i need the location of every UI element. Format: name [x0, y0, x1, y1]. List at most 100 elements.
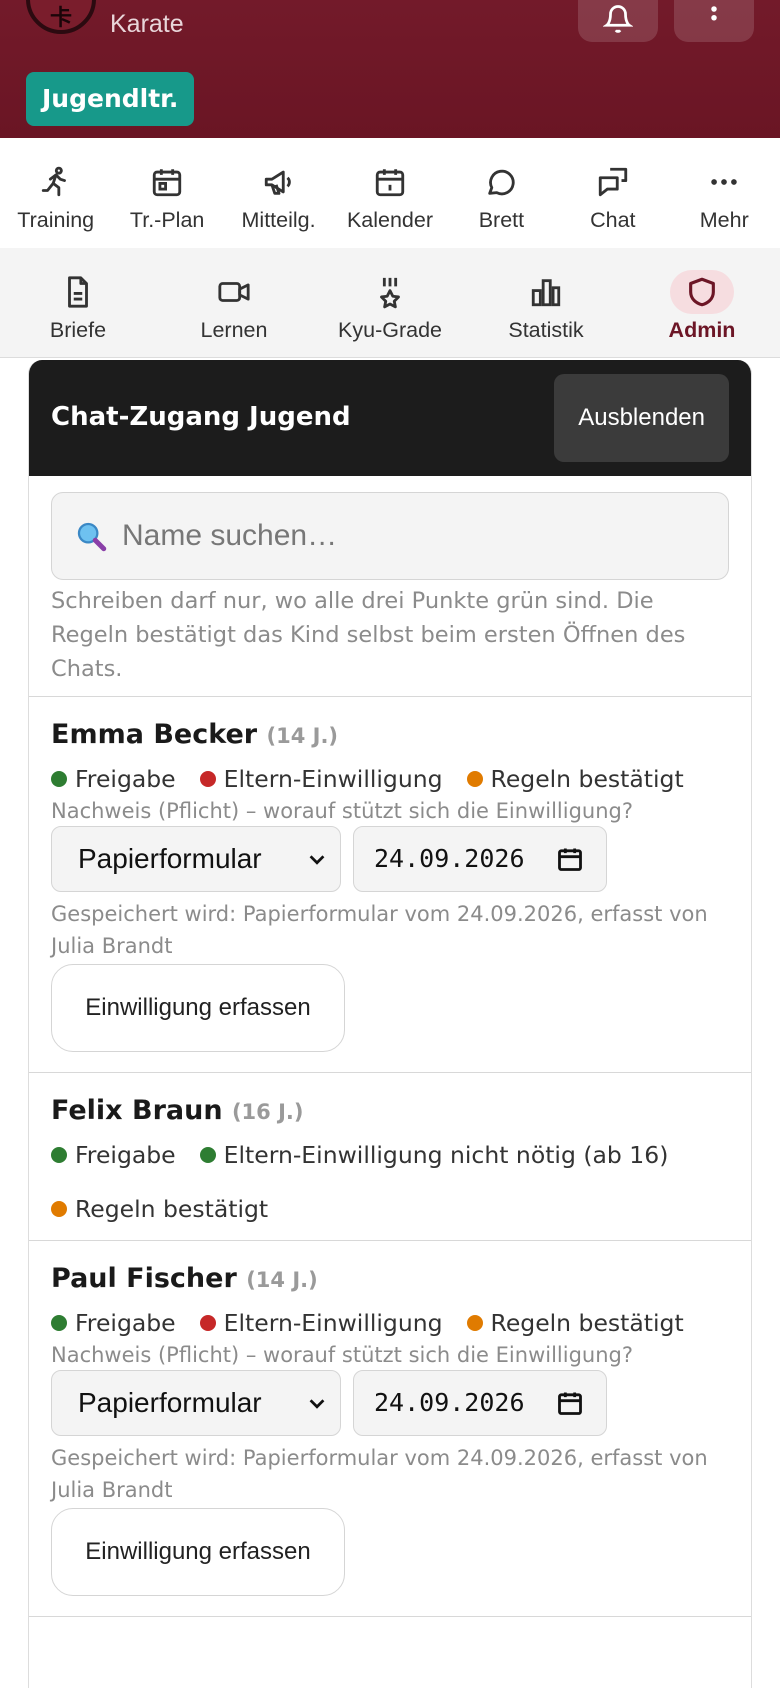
proof-date-value: 24.09.2026 [374, 844, 525, 873]
status-dot-red [199, 771, 216, 787]
proof-date-input[interactable]: 24.09.2026 [353, 1370, 607, 1436]
nav-label: Mehr [699, 208, 749, 232]
member-age: (14 J.) [246, 1268, 318, 1292]
proof-select-value: Papierformular [78, 843, 262, 874]
megaphone-icon [262, 162, 296, 202]
proof-select[interactable]: Papierformular [51, 826, 341, 892]
status-label: Eltern-Einwilligung nicht nötig (ab 16) [223, 1141, 669, 1169]
panel-hint: Schreiben darf nur, wo alle drei Punkte … [51, 588, 686, 682]
proof-date-input[interactable]: 24.09.2026 [353, 826, 607, 892]
nav-chat[interactable]: Chat [557, 138, 668, 248]
status-rules: Regeln bestätigt [51, 1192, 268, 1226]
nav-label: Mitteilg. [241, 208, 316, 232]
secondary-nav: Briefe Lernen Kyu-Grade Statistik Admin [0, 248, 780, 358]
status-row: Freigabe Eltern-Einwilligung Regeln best… [51, 762, 729, 796]
status-approval: Freigabe [51, 1306, 176, 1340]
nav-label: Admin [668, 318, 736, 342]
search-icon [74, 519, 108, 557]
divider [29, 1240, 751, 1241]
status-rules: Regeln bestätigt [466, 1306, 684, 1340]
member-name: Emma Becker [51, 719, 258, 750]
nav-label: Training [17, 208, 95, 232]
nav-label: Lernen [200, 318, 268, 342]
role-badge: Jugendltr. [26, 72, 195, 126]
nav-label: Tr.-Plan [129, 208, 205, 232]
speech-bubble-icon [484, 162, 518, 202]
proof-date-value: 24.09.2026 [374, 1388, 525, 1417]
more-menu-button[interactable] [674, 0, 754, 42]
member-row: Emma Becker (14 J.) Freigabe Eltern-Einw… [29, 719, 751, 1052]
status-dot-orange [466, 1315, 483, 1331]
status-approval: Freigabe [51, 1138, 176, 1172]
nav-more[interactable]: Mehr [669, 138, 780, 248]
nav-board[interactable]: Brett [446, 138, 557, 248]
nav-label: Chat [590, 208, 636, 232]
hide-button[interactable]: Ausblenden [554, 374, 729, 462]
status-parent-consent: Eltern-Einwilligung [199, 1306, 443, 1340]
nav-training[interactable]: Training [0, 138, 111, 248]
shield-icon [670, 270, 734, 314]
chevron-down-icon [309, 1399, 325, 1409]
nav-label: Kyu-Grade [338, 318, 442, 342]
proof-label: Nachweis (Pflicht) – worauf stützt sich … [51, 1343, 634, 1367]
proof-select[interactable]: Papierformular [51, 1370, 341, 1436]
status-dot-orange [466, 771, 483, 787]
status-label: Regeln bestätigt [75, 1195, 269, 1223]
status-label: Freigabe [75, 765, 176, 793]
nav-kyu-grades[interactable]: Kyu-Grade [312, 248, 468, 357]
status-parent-consent: Eltern-Einwilligung [199, 762, 443, 796]
record-consent-button[interactable]: Einwilligung erfassen [51, 964, 345, 1052]
member-row: Felix Braun (16 J.) Freigabe Eltern-Einw… [29, 1095, 751, 1226]
proof-label: Nachweis (Pflicht) – worauf stützt sich … [51, 799, 634, 823]
chat-access-panel: Chat-Zugang Jugend Ausblenden Schreiben … [28, 360, 752, 1688]
nav-calendar[interactable]: Kalender [334, 138, 445, 248]
saved-note: Gespeichert wird: Papierformular vom 24.… [51, 1446, 708, 1502]
running-icon [39, 162, 73, 202]
status-dot-green [199, 1147, 216, 1163]
status-dot-orange [51, 1201, 67, 1217]
member-age: (14 J.) [266, 724, 339, 748]
app-header: 卡 Karate Jugendltr. [0, 0, 780, 138]
nav-label: Briefe [49, 318, 107, 342]
divider [29, 1072, 751, 1073]
status-row: Freigabe Eltern-Einwilligung nicht nötig… [51, 1138, 729, 1226]
nav-admin[interactable]: Admin [624, 248, 780, 357]
more-vertical-icon [711, 6, 717, 21]
status-dot-red [199, 1315, 216, 1331]
nav-statistics[interactable]: Statistik [468, 248, 624, 357]
nav-label: Statistik [508, 318, 584, 342]
status-label: Eltern-Einwilligung [223, 765, 443, 793]
app-subtitle: Karate [110, 10, 184, 38]
divider [29, 1616, 751, 1617]
primary-nav: Training Tr.-Plan Mitteilg. Kalender Bre… [0, 138, 780, 248]
record-consent-button[interactable]: Einwilligung erfassen [51, 1508, 345, 1596]
status-label: Regeln bestätigt [490, 765, 684, 793]
status-row: Freigabe Eltern-Einwilligung Regeln best… [51, 1306, 729, 1340]
status-label: Freigabe [75, 1309, 176, 1337]
search-field[interactable] [51, 492, 729, 580]
status-label: Regeln bestätigt [490, 1309, 684, 1337]
notifications-button[interactable] [578, 0, 658, 42]
nav-messages[interactable]: Mitteilg. [223, 138, 334, 248]
status-dot-green [51, 1147, 67, 1163]
nav-training-plan[interactable]: Tr.-Plan [111, 138, 222, 248]
medal-icon [373, 272, 407, 312]
chevron-down-icon [309, 855, 325, 865]
status-dot-green [51, 771, 67, 787]
club-logo: 卡 [26, 0, 96, 34]
calendar-picker-icon[interactable] [556, 1389, 584, 1417]
status-rules: Regeln bestätigt [466, 762, 684, 796]
nav-label: Kalender [346, 208, 434, 232]
saved-note: Gespeichert wird: Papierformular vom 24.… [51, 902, 708, 958]
member-row: Paul Fischer (14 J.) Freigabe Eltern-Ein… [29, 1263, 751, 1596]
chat-icon [596, 162, 630, 202]
calendar-picker-icon[interactable] [556, 845, 584, 873]
search-input[interactable] [122, 493, 682, 579]
status-dot-green [51, 1315, 67, 1331]
member-name: Felix Braun [51, 1095, 223, 1126]
status-label: Freigabe [75, 1141, 176, 1169]
nav-letters[interactable]: Briefe [0, 248, 156, 357]
nav-learn[interactable]: Lernen [156, 248, 312, 357]
more-horizontal-icon [707, 162, 741, 202]
document-icon [61, 272, 95, 312]
